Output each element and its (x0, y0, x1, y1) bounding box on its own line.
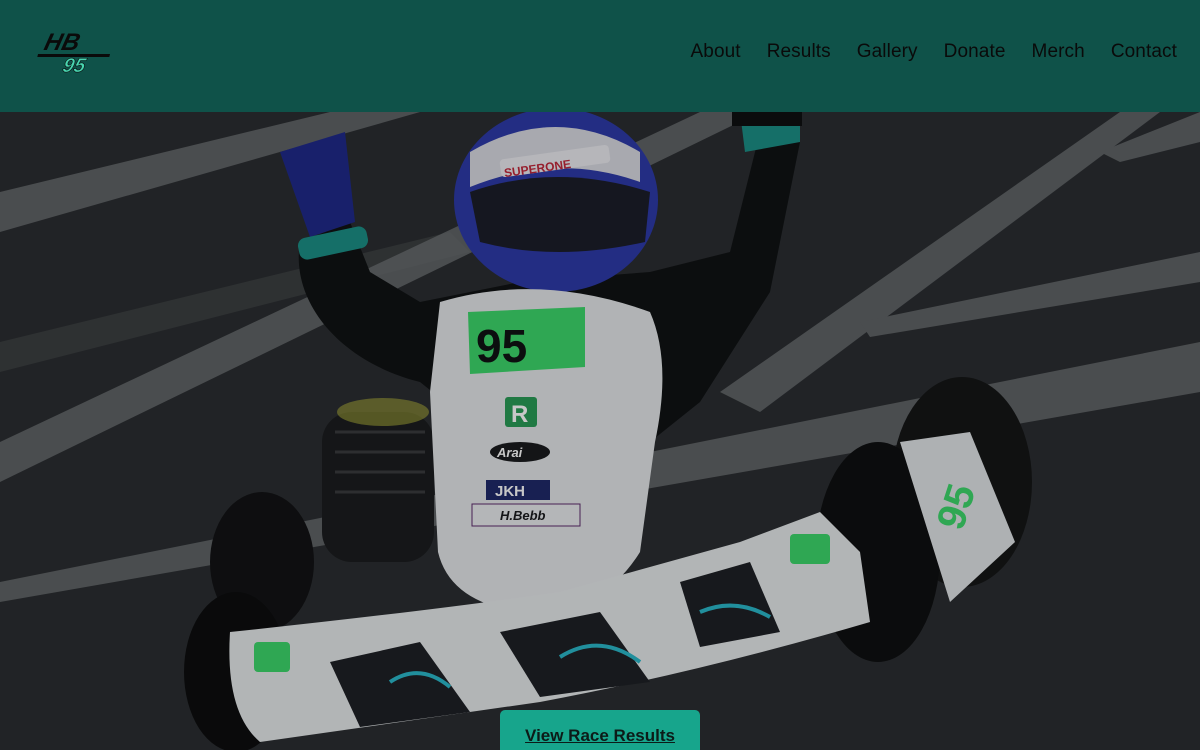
nav-about[interactable]: About (691, 39, 741, 65)
hb95-logo[interactable]: HB 95 (36, 29, 120, 78)
hero-overlay (0, 112, 1200, 750)
main-nav: About Results Gallery Donate Merch Conta… (691, 39, 1177, 65)
nav-contact[interactable]: Contact (1111, 39, 1177, 65)
nav-gallery[interactable]: Gallery (857, 39, 918, 65)
logo-letters: HB (42, 30, 83, 56)
logo-number: 95 (60, 55, 88, 77)
nav-donate[interactable]: Donate (944, 39, 1006, 65)
nav-merch[interactable]: Merch (1032, 39, 1085, 65)
site-header: HB 95 About Results Gallery Donate Merch… (0, 0, 1200, 112)
view-race-results-button[interactable]: View Race Results (500, 710, 700, 750)
nav-results[interactable]: Results (767, 39, 831, 65)
hero-banner: 95 SUPERONE 95 R Arai JKH H.Bebb (0, 112, 1200, 750)
logo-mark: HB 95 (37, 29, 111, 77)
